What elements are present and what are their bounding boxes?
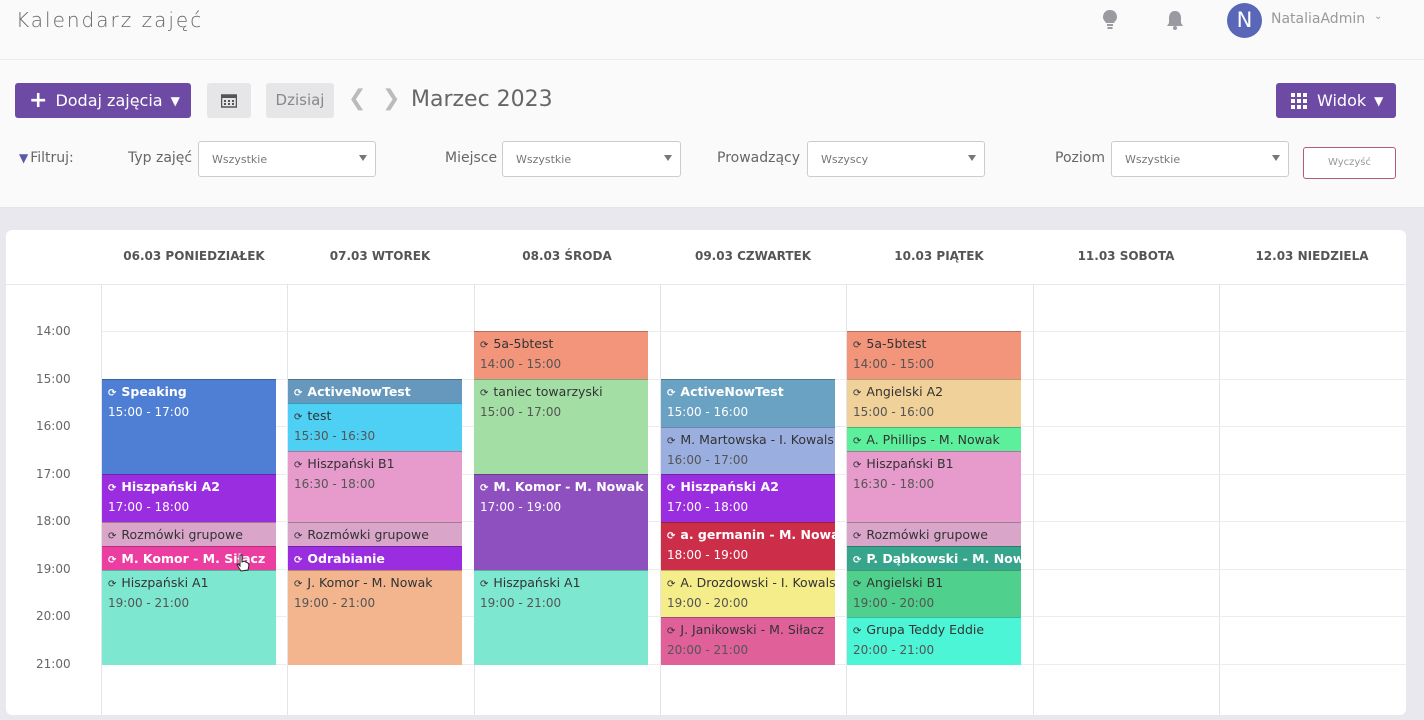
week-calendar: 06.03 PONIEDZIAŁEK 07.03 WTOREK 08.03 ŚR… bbox=[6, 230, 1406, 715]
teacher-label: Prowadzący bbox=[717, 150, 801, 166]
hour-label: 14:00 bbox=[36, 324, 71, 338]
bell-icon[interactable] bbox=[1165, 8, 1185, 32]
event-block[interactable]: Odrabianie bbox=[288, 546, 462, 570]
chevron-down-icon: ▼ bbox=[170, 93, 180, 108]
hour-label: 18:00 bbox=[36, 514, 71, 528]
day-header-fri: 10.03 PIĄTEK bbox=[894, 249, 984, 263]
event-block[interactable]: J. Janikowski - M. Siłacz20:00 - 21:00 bbox=[661, 617, 835, 665]
event-block[interactable]: Grupa Teddy Eddie20:00 - 21:00 bbox=[847, 617, 1021, 665]
chevron-right-icon[interactable]: ❯ bbox=[382, 86, 400, 111]
hour-label: 15:00 bbox=[36, 372, 71, 386]
event-block[interactable]: 5a-5btest14:00 - 15:00 bbox=[847, 331, 1021, 379]
event-block[interactable]: taniec towarzyski15:00 - 17:00 bbox=[474, 379, 648, 474]
class-type-label: Typ zajęć bbox=[128, 150, 193, 166]
event-block[interactable]: Hiszpański A119:00 - 21:00 bbox=[474, 570, 648, 665]
level-select[interactable]: Wszystkie bbox=[1111, 141, 1289, 177]
hour-label: 19:00 bbox=[36, 562, 71, 576]
event-block[interactable]: M. Martowska - I. Kowalska16:00 - 17:00 bbox=[661, 427, 835, 474]
event-block[interactable]: A. Phillips - M. Nowak bbox=[847, 427, 1021, 451]
day-header-wed: 08.03 ŚRODA bbox=[522, 249, 612, 263]
chevron-left-icon[interactable]: ❮ bbox=[348, 86, 366, 111]
event-block[interactable]: Rozmówki grupowe bbox=[847, 522, 1021, 546]
event-block[interactable]: ActiveNowTest15:00 - 16:00 bbox=[661, 379, 835, 427]
event-block[interactable]: P. Dąbkowski - M. Nowak bbox=[847, 546, 1021, 570]
filter-label: ▼ Filtruj: bbox=[19, 150, 74, 166]
level-label: Poziom bbox=[1055, 150, 1105, 166]
avatar[interactable]: N bbox=[1227, 3, 1262, 38]
event-block[interactable]: Hiszpański B116:30 - 18:00 bbox=[288, 451, 462, 522]
place-label: Miejsce bbox=[445, 150, 498, 166]
user-name[interactable]: NataliaAdmin bbox=[1271, 11, 1365, 27]
header-divider bbox=[6, 284, 1406, 285]
today-button[interactable]: Dzisiaj bbox=[266, 83, 334, 118]
chevron-down-icon: ▼ bbox=[1374, 93, 1384, 108]
add-class-button[interactable]: + Dodaj zajęcia ▼ bbox=[15, 83, 191, 118]
event-block[interactable]: Hiszpański A119:00 - 21:00 bbox=[102, 570, 276, 665]
event-block[interactable]: Hiszpański A217:00 - 18:00 bbox=[661, 474, 835, 522]
event-block[interactable]: A. Drozdowski - I. Kowalska19:00 - 20:00 bbox=[661, 570, 835, 617]
event-block[interactable]: ActiveNowTest bbox=[288, 379, 462, 403]
column-divider bbox=[1219, 284, 1220, 715]
hour-label: 20:00 bbox=[36, 609, 71, 623]
day-header-sat: 11.03 SOBOTA bbox=[1077, 249, 1175, 263]
calendar-icon bbox=[221, 94, 237, 108]
event-block[interactable]: Angielski A215:00 - 16:00 bbox=[847, 379, 1021, 427]
event-block[interactable]: Rozmówki grupowe bbox=[288, 522, 462, 546]
dropdown-arrow-icon bbox=[968, 155, 976, 161]
top-bar: Kalendarz zajęć N NataliaAdmin ⌄ bbox=[0, 0, 1424, 60]
grid-icon bbox=[1291, 92, 1307, 109]
column-divider bbox=[1033, 284, 1034, 715]
event-block[interactable]: Angielski B119:00 - 20:00 bbox=[847, 570, 1021, 617]
dropdown-arrow-icon bbox=[664, 155, 672, 161]
hour-label: 21:00 bbox=[36, 657, 71, 671]
plus-icon: + bbox=[29, 87, 48, 113]
place-select[interactable]: Wszystkie bbox=[502, 141, 681, 177]
view-button[interactable]: Widok ▼ bbox=[1276, 83, 1396, 118]
day-header-tue: 07.03 WTOREK bbox=[329, 249, 431, 263]
app-title: Kalendarz zajęć bbox=[16, 8, 204, 32]
current-month: Marzec 2023 bbox=[411, 87, 553, 112]
dropdown-arrow-icon bbox=[1272, 155, 1280, 161]
event-block[interactable]: a. germanin - M. Nowak18:00 - 19:00 bbox=[661, 522, 835, 570]
day-header-mon: 06.03 PONIEDZIAŁEK bbox=[123, 249, 265, 263]
hand-cursor-icon bbox=[236, 554, 250, 572]
clear-filters-button[interactable]: Wyczyść bbox=[1303, 147, 1396, 179]
event-block[interactable]: 5a-5btest14:00 - 15:00 bbox=[474, 331, 648, 379]
day-header-thu: 09.03 CZWARTEK bbox=[694, 249, 811, 263]
add-class-label: Dodaj zajęcia bbox=[55, 91, 163, 110]
class-type-select[interactable]: Wszystkie bbox=[198, 141, 376, 177]
toolbar: + Dodaj zajęcia ▼ Dzisiaj ❮ ❯ Marzec 202… bbox=[0, 60, 1424, 208]
teacher-select[interactable]: Wszyscy bbox=[807, 141, 985, 177]
event-block[interactable]: Hiszpański A217:00 - 18:00 bbox=[102, 474, 276, 522]
filter-icon: ▼ bbox=[19, 151, 29, 165]
hour-label: 16:00 bbox=[36, 419, 71, 433]
calendar-picker-button[interactable] bbox=[207, 83, 251, 118]
event-block[interactable]: Rozmówki grupowe bbox=[102, 522, 276, 546]
hour-label: 17:00 bbox=[36, 467, 71, 481]
chevron-down-icon[interactable]: ⌄ bbox=[1374, 11, 1382, 22]
event-block[interactable]: Speaking15:00 - 17:00 bbox=[102, 379, 276, 474]
day-header-sun: 12.03 NIEDZIELA bbox=[1255, 249, 1369, 263]
view-label: Widok bbox=[1317, 91, 1367, 110]
event-block[interactable]: M. Komor - M. Nowak17:00 - 19:00 bbox=[474, 474, 648, 570]
dropdown-arrow-icon bbox=[359, 155, 367, 161]
lightbulb-icon[interactable] bbox=[1100, 8, 1120, 32]
hour-line bbox=[101, 331, 1406, 332]
event-block[interactable]: test15:30 - 16:30 bbox=[288, 403, 462, 451]
event-block[interactable]: Hiszpański B116:30 - 18:00 bbox=[847, 451, 1021, 522]
event-block[interactable]: J. Komor - M. Nowak19:00 - 21:00 bbox=[288, 570, 462, 665]
